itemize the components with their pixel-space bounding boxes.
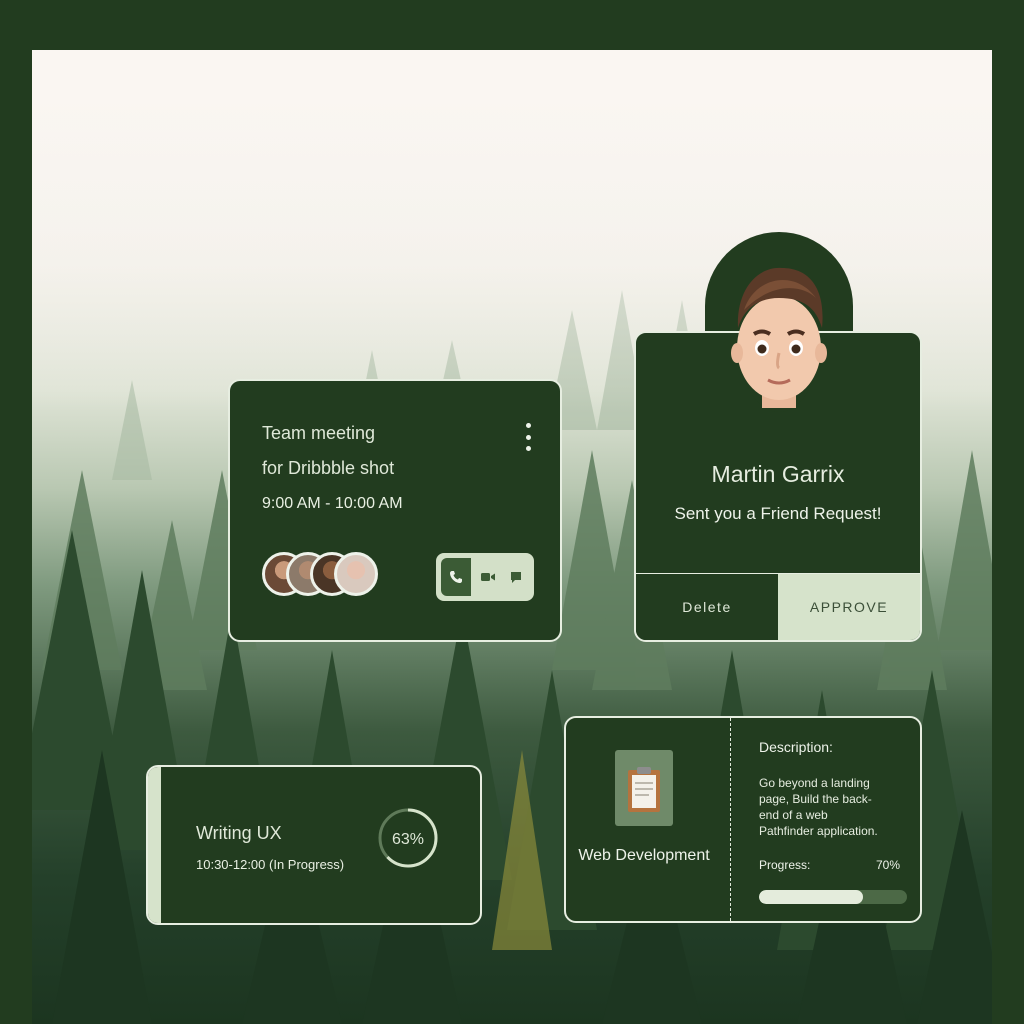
description-text: Go beyond a landing page, Build the back…: [759, 776, 878, 838]
friend-message: Sent you a Friend Request!: [674, 504, 882, 523]
meeting-card: Team meeting for Dribbble shot 9:00 AM -…: [228, 379, 562, 642]
meeting-time: 9:00 AM - 10:00 AM: [262, 495, 403, 512]
avatar[interactable]: [334, 552, 378, 596]
progress-bar-fill: [759, 890, 863, 904]
description-label: Description:: [759, 739, 833, 755]
category-title: Web Development: [578, 847, 710, 864]
progress-bar: [759, 890, 907, 904]
friend-name: Martin Garrix: [711, 461, 845, 487]
more-options-icon[interactable]: [524, 423, 532, 451]
memoji-avatar: [731, 267, 827, 412]
progress-value: 70%: [875, 858, 900, 872]
accent-strip: [148, 767, 161, 923]
call-actions: [436, 553, 534, 601]
writing-ux-card: Writing UX 10:30-12:00 (In Progress) 63%: [146, 765, 482, 925]
task-time: 10:30-12:00 (In Progress): [196, 857, 345, 872]
card-divider: [730, 718, 731, 921]
clipboard-icon: [615, 750, 673, 826]
approve-button[interactable]: APPROVE: [778, 574, 920, 640]
task-title: Writing UX: [196, 823, 282, 843]
meeting-title-line1: Team meeting: [262, 423, 376, 443]
progress-percent: 63%: [392, 831, 424, 848]
friend-request-actions: Delete APPROVE: [636, 573, 920, 640]
chat-icon[interactable]: [502, 558, 530, 596]
delete-button[interactable]: Delete: [636, 574, 778, 640]
progress-label: Progress:: [759, 858, 811, 872]
phone-icon[interactable]: [441, 558, 471, 596]
web-development-card: Web Development Description: Go beyond a…: [564, 716, 922, 923]
meeting-title-line2: for Dribbble shot: [262, 458, 395, 478]
video-icon[interactable]: [474, 558, 502, 596]
progress-ring: 63%: [378, 808, 438, 868]
